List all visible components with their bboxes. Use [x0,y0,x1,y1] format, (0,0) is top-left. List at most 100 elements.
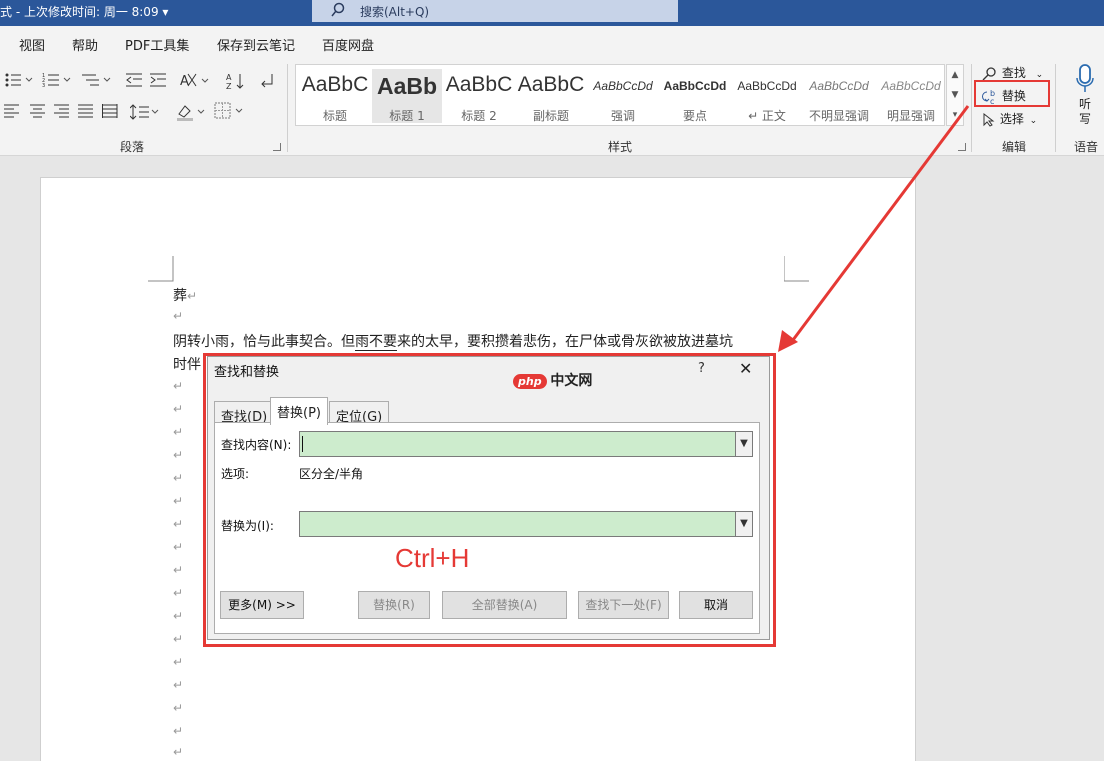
style-intense-emphasis[interactable]: AaBbCcDd 明显强调 [876,69,946,123]
tab-replace[interactable]: 替换(P) [270,397,328,425]
paragraph-mark: ↵ [173,678,184,692]
styles-group-label: 样式 [608,140,633,154]
chevron-down-icon: ⌄ [1035,70,1044,80]
document-line[interactable]: 时伴 [173,354,201,374]
paragraph-mark: ↵ [173,609,184,623]
style-heading-1[interactable]: AaBb 标题 1 [372,69,442,123]
replace-with-combo[interactable]: ▼ [299,511,753,537]
document-status[interactable]: 式 - 上次修改时间: 周一 8:09 ▾ [0,3,168,20]
search-box[interactable]: 搜索(Alt+Q) [312,0,678,22]
dictate-button[interactable]: 听写 [1074,64,1098,127]
decrease-indent-icon[interactable] [126,72,144,88]
style-heading-2[interactable]: AaBbC 标题 2 [444,69,514,123]
group-divider [971,64,972,152]
svg-text:3: 3 [42,83,45,88]
dialog-tabstrip: 查找(D) 替换(P) 定位(G) [208,395,771,425]
scroll-down-icon[interactable]: ▼ [947,85,963,105]
margin-corner-top-right [784,256,809,282]
chinese-layout-icon[interactable]: A [180,72,212,90]
line-spacing-icon[interactable] [130,104,160,120]
show-formatting-icon[interactable] [258,72,276,90]
shortcut-annotation: Ctrl+H [395,543,470,573]
svg-text:A: A [180,74,189,89]
styles-dialog-launcher[interactable] [958,143,966,151]
dictate-label: 听写 [1079,97,1092,126]
paragraph-mark: ↵ [173,632,184,646]
paragraph-mark: ↵ [173,655,184,669]
close-icon[interactable]: ✕ [739,359,752,378]
shading-icon[interactable] [176,102,208,122]
style-subtitle[interactable]: AaBbC 副标题 [516,69,586,123]
chevron-down-icon[interactable]: ▼ [735,432,752,456]
more-styles-icon[interactable]: ▾ [947,105,963,125]
document-line[interactable]: 葬↵ [173,285,197,305]
tab-save-cloud-notes[interactable]: 保存到云笔记 [217,35,295,54]
paragraph-dialog-launcher[interactable] [273,143,281,151]
svg-text:A: A [226,73,232,82]
editing-group-label: 编辑 [1002,140,1027,154]
borders-icon[interactable] [214,102,246,120]
align-left-icon[interactable] [4,104,20,118]
voice-group-label: 语音 [1074,140,1099,154]
text-caret [302,436,303,452]
paragraph-mark: ↵ [173,563,184,577]
style-normal[interactable]: AaBbCcDd ↵ 正文 [732,69,802,123]
paragraph-mark: ↵ [173,517,184,531]
find-button[interactable]: 查找 ⌄ [982,64,1043,81]
select-button[interactable]: 选择 ⌄ [982,110,1037,127]
find-what-combo[interactable]: ▼ [299,431,753,457]
bullets-icon[interactable] [4,72,34,88]
paragraph-mark: ↵ [173,724,184,738]
tab-help[interactable]: 帮助 [72,35,98,54]
search-icon [331,2,345,17]
replace-button[interactable]: 替换(R) [358,591,430,619]
tab-baidu-netdisk[interactable]: 百度网盘 [322,35,374,54]
justify-icon[interactable] [78,104,94,118]
replace-with-label: 替换为(I): [221,519,274,533]
group-divider [287,64,288,152]
document-line[interactable]: 阴转小雨，恰与此事契合。但雨不要来的太早，要积攒着悲伤，在尸体或骨灰欲被放进墓坑 [173,331,733,351]
increase-indent-icon[interactable] [150,72,168,88]
options-label: 选项: [221,467,250,481]
group-divider [1055,64,1056,152]
tab-pdf-tools[interactable]: PDF工具集 [125,35,189,54]
replace-all-button[interactable]: 全部替换(A) [442,591,567,619]
ribbon: 1 2 3 A AZ 段落 AaBbC 标题 AaBb 标题 1 AaBbC 标… [0,60,1104,156]
multilevel-list-icon[interactable] [82,72,112,88]
styles-gallery-scroll[interactable]: ▲ ▼ ▾ [946,64,964,126]
cursor-arrow-icon [983,112,995,127]
help-button[interactable]: ? [698,361,705,376]
more-button[interactable]: 更多(M) >> [220,591,304,619]
watermark-badge: php [513,374,547,389]
style-emphasis[interactable]: AaBbCcDd 强调 [588,69,658,123]
distributed-icon[interactable] [102,104,118,118]
margin-corner-top-left [148,256,174,282]
sort-icon[interactable]: AZ [226,72,246,90]
paragraph-group-label: 段落 [120,140,145,154]
paragraph-mark: ↵ [173,402,184,416]
svg-text:Z: Z [226,82,232,90]
align-right-icon[interactable] [54,104,70,118]
find-next-button[interactable]: 查找下一处(F) [578,591,669,619]
style-subtle-emphasis[interactable]: AaBbCcDd 不明显强调 [804,69,874,123]
chevron-down-icon[interactable]: ▼ [735,512,752,536]
style-strong[interactable]: AaBbCcDd 要点 [660,69,730,123]
cancel-button[interactable]: 取消 [679,591,753,619]
style-title[interactable]: AaBbC 标题 [300,69,370,123]
paragraph-mark: ↵ [173,494,184,508]
replace-button-highlight [974,80,1050,107]
find-icon [982,66,996,80]
paragraph-mark: ↵ [173,448,184,462]
options-value: 区分全/半角 [299,467,364,481]
search-placeholder: 搜索(Alt+Q) [360,5,430,19]
paragraph-mark: ↵ [173,540,184,554]
ribbon-tab-bar: 视图 帮助 PDF工具集 保存到云笔记 百度网盘 [0,26,1104,60]
align-center-icon[interactable] [30,104,46,118]
paragraph-mark: ↵ [173,586,184,600]
dialog-title: 查找和替换 [214,365,280,380]
find-replace-dialog: 查找和替换 php 中文网 ? ✕ 查找(D) 替换(P) 定位(G) 查找内容… [207,356,770,640]
styles-gallery: AaBbC 标题 AaBb 标题 1 AaBbC 标题 2 AaBbC 副标题 … [295,64,945,126]
numbering-icon[interactable]: 1 2 3 [42,72,72,88]
scroll-up-icon[interactable]: ▲ [947,65,963,85]
tab-view[interactable]: 视图 [19,35,45,54]
